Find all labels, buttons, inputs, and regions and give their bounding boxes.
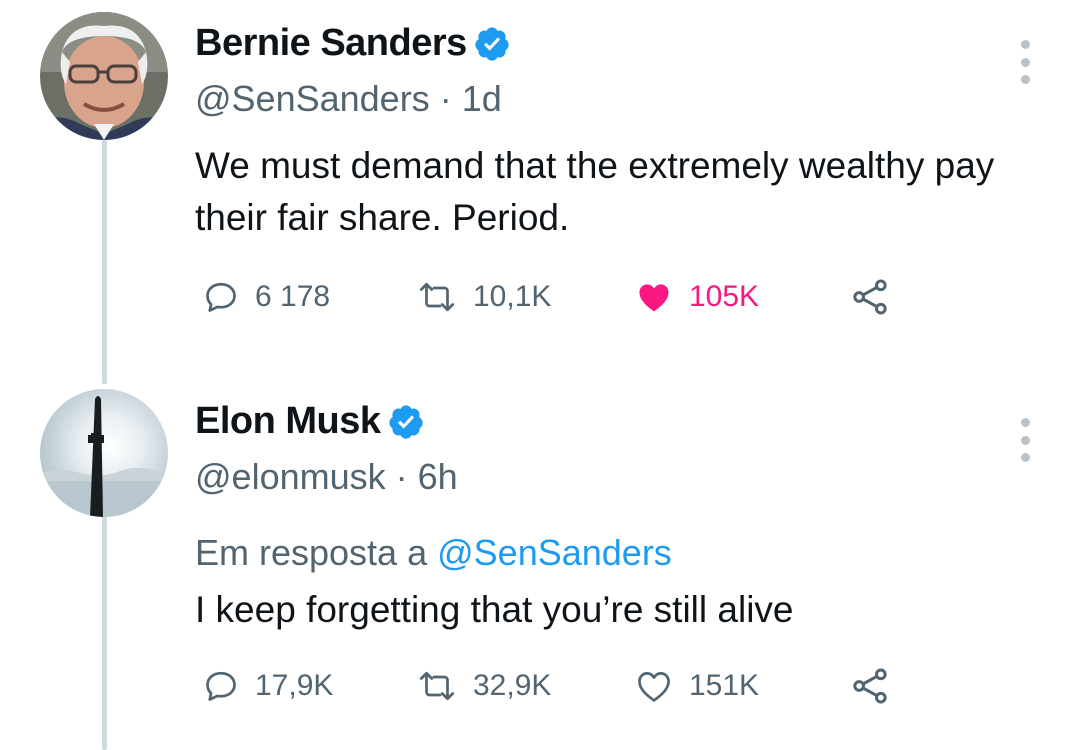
tweet-time[interactable]: 6h xyxy=(418,456,458,497)
avatar-bernie[interactable] xyxy=(40,12,168,140)
author-handle[interactable]: @elonmusk xyxy=(195,456,386,497)
retweet-button[interactable]: 32,9K xyxy=(417,662,551,710)
like-icon xyxy=(639,284,669,312)
author-row: Elon Musk xyxy=(195,400,425,443)
reply-count: 17,9K xyxy=(255,669,334,702)
retweet-icon xyxy=(419,282,455,312)
retweet-button[interactable]: 10,1K xyxy=(417,273,551,321)
tweet-actions: 17,9K 32,9K 151K xyxy=(195,662,915,710)
reply-context: Em resposta a @SenSanders xyxy=(195,532,672,574)
tweet-text: We must demand that the extremely wealth… xyxy=(195,145,995,238)
share-button[interactable] xyxy=(850,273,890,321)
share-icon xyxy=(853,668,887,704)
like-button[interactable]: 151K xyxy=(635,662,759,710)
share-icon xyxy=(853,279,887,315)
separator-dot: · xyxy=(395,456,408,497)
handle-row: @elonmusk · 6h xyxy=(195,456,458,498)
thread-line-top xyxy=(102,140,107,384)
like-count: 151K xyxy=(689,669,760,702)
like-button[interactable]: 105K xyxy=(635,273,759,321)
tweet-time[interactable]: 1d xyxy=(462,78,502,119)
share-button[interactable] xyxy=(850,662,890,710)
verified-badge-icon xyxy=(388,404,423,439)
reply-prefix: Em resposta a xyxy=(195,532,428,573)
like-icon xyxy=(638,672,670,702)
tweet-text: I keep forgetting that you’re still aliv… xyxy=(195,589,794,630)
reply-count: 6 178 xyxy=(255,280,331,313)
reply-button[interactable]: 17,9K xyxy=(203,662,333,710)
author-handle[interactable]: @SenSanders xyxy=(195,78,430,119)
thread-line-bottom xyxy=(102,516,107,750)
reply-mention-link[interactable]: @SenSanders xyxy=(437,532,672,573)
author-row: Bernie Sanders xyxy=(195,22,511,65)
retweet-count: 32,9K xyxy=(473,669,552,702)
more-icon[interactable] xyxy=(1015,40,1035,84)
author-name[interactable]: Elon Musk xyxy=(195,400,381,443)
tweet-actions: 6 178 10,1K 105K xyxy=(195,273,915,321)
verified-badge-icon xyxy=(475,26,509,61)
separator-dot: · xyxy=(439,78,452,119)
reply-icon xyxy=(206,671,236,701)
like-count: 105K xyxy=(689,280,760,313)
author-name[interactable]: Bernie Sanders xyxy=(195,22,467,65)
avatar-elon[interactable] xyxy=(40,389,168,517)
retweet-icon xyxy=(419,671,455,701)
reply-icon xyxy=(206,282,236,312)
more-icon[interactable] xyxy=(1015,418,1035,462)
retweet-count: 10,1K xyxy=(473,280,552,313)
reply-button[interactable]: 6 178 xyxy=(203,273,330,321)
handle-row: @SenSanders · 1d xyxy=(195,78,502,120)
